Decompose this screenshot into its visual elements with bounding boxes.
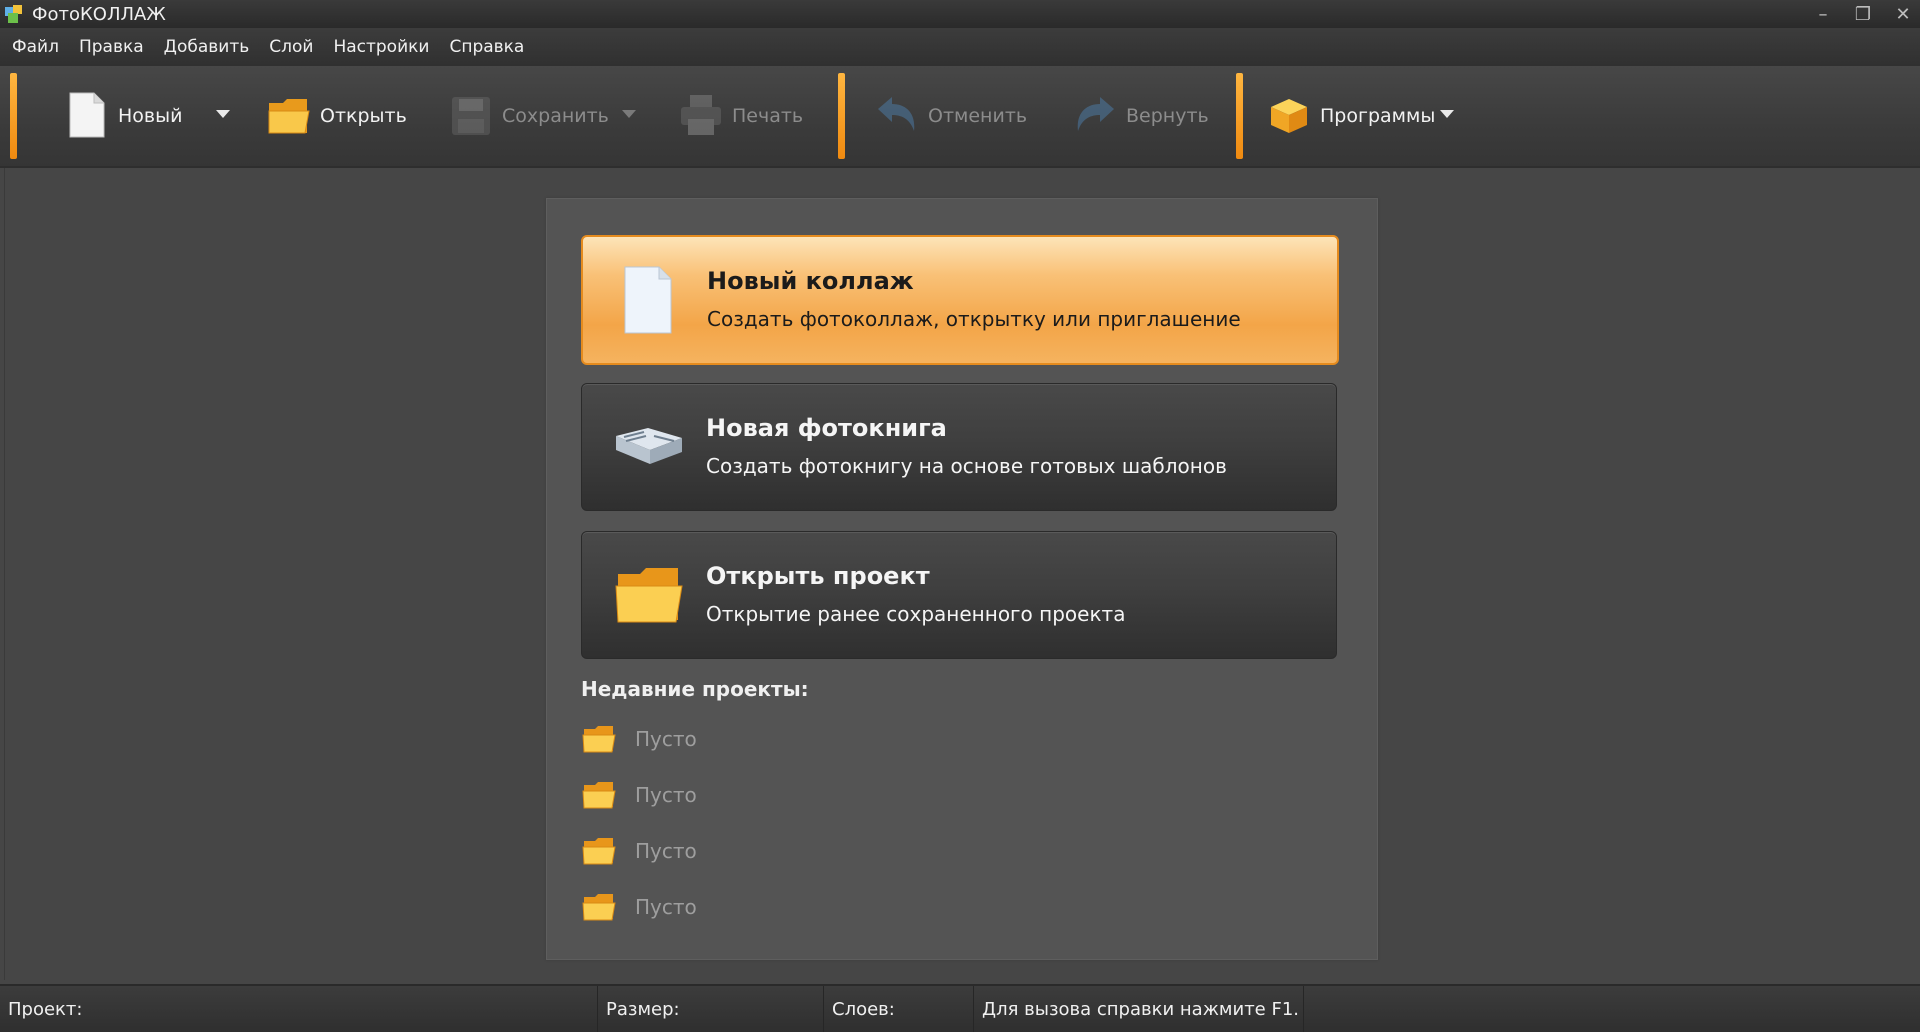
save-label: Сохранить <box>502 105 609 127</box>
menu-edit[interactable]: Правка <box>69 28 154 66</box>
start-panel: Новый коллаж Создать фотоколлаж, открытк… <box>546 198 1378 960</box>
new-button[interactable]: Новый <box>64 76 182 156</box>
print-label: Печать <box>732 105 804 127</box>
restore-button[interactable]: ❐ <box>1852 3 1874 25</box>
status-project: Проект: <box>0 986 598 1032</box>
new-dropdown-chevron-icon[interactable] <box>216 110 230 118</box>
open-project-subtitle: Открытие ранее сохраненного проекта <box>706 602 1126 626</box>
save-disk-icon <box>452 97 490 135</box>
title-bar: ФотоКОЛЛАЖ – ❐ ✕ <box>0 0 1920 28</box>
new-collage-subtitle: Создать фотоколлаж, открытку или приглаш… <box>707 307 1241 331</box>
new-photobook-title: Новая фотокнига <box>706 414 947 442</box>
folder-icon <box>582 894 616 921</box>
window-title: ФотоКОЛЛАЖ <box>32 3 166 25</box>
toolbar: Новый Открыть Сохранить Печать Отменить <box>0 66 1920 168</box>
status-bar: Проект: Размер: Слоев: Для вызова справк… <box>0 984 1920 1032</box>
undo-label: Отменить <box>928 105 1028 127</box>
redo-arrow-icon <box>1077 97 1114 131</box>
programs-button[interactable]: Программы <box>1266 76 1435 156</box>
recent-project-label: Пусто <box>635 727 697 751</box>
folder-icon <box>582 782 616 809</box>
new-label: Новый <box>118 105 183 127</box>
undo-button[interactable]: Отменить <box>874 76 1027 156</box>
new-photobook-subtitle: Создать фотокнигу на основе готовых шабл… <box>706 454 1227 478</box>
printer-icon <box>681 95 721 135</box>
programs-dropdown-chevron-icon[interactable] <box>1440 110 1454 118</box>
status-help-hint: Для вызова справки нажмите F1. <box>974 986 1304 1032</box>
open-folder-icon <box>268 99 310 134</box>
menu-layer[interactable]: Слой <box>259 28 323 66</box>
new-collage-title: Новый коллаж <box>707 267 914 295</box>
toolbar-separator <box>838 73 845 159</box>
new-photobook-card[interactable]: Новая фотокнига Создать фотокнигу на осн… <box>581 383 1337 511</box>
recent-project-item[interactable]: Пусто <box>581 775 697 815</box>
menu-add[interactable]: Добавить <box>154 28 260 66</box>
recent-projects-heading: Недавние проекты: <box>581 677 809 701</box>
recent-project-label: Пусто <box>635 783 697 807</box>
folder-icon <box>582 838 616 865</box>
undo-arrow-icon <box>878 97 915 131</box>
menu-file[interactable]: Файл <box>2 28 69 66</box>
recent-project-item[interactable]: Пусто <box>581 887 697 927</box>
redo-label: Вернуть <box>1126 105 1209 127</box>
open-project-title: Открыть проект <box>706 562 930 590</box>
toolbar-separator <box>10 73 17 159</box>
open-label: Открыть <box>320 105 407 127</box>
folder-icon <box>615 568 683 623</box>
open-project-card[interactable]: Открыть проект Открытие ранее сохраненно… <box>581 531 1337 659</box>
blank-page-icon <box>624 266 672 334</box>
gift-box-icon <box>1271 99 1307 133</box>
save-dropdown-chevron-icon[interactable] <box>622 110 636 118</box>
programs-label: Программы <box>1320 105 1436 127</box>
recent-project-label: Пусто <box>635 895 697 919</box>
print-button[interactable]: Печать <box>678 76 803 156</box>
status-layers: Слоев: <box>824 986 974 1032</box>
recent-project-label: Пусто <box>635 839 697 863</box>
window-controls: – ❐ ✕ <box>1812 0 1914 28</box>
menu-bar: Файл Правка Добавить Слой Настройки Спра… <box>0 28 1920 66</box>
recent-project-item[interactable]: Пусто <box>581 719 697 759</box>
menu-settings[interactable]: Настройки <box>323 28 439 66</box>
recent-project-item[interactable]: Пусто <box>581 831 697 871</box>
minimize-button[interactable]: – <box>1812 3 1834 25</box>
photobook-icon <box>616 428 682 464</box>
status-size: Размер: <box>598 986 824 1032</box>
save-button[interactable]: Сохранить <box>448 76 609 156</box>
app-logo-icon <box>5 5 22 23</box>
close-button[interactable]: ✕ <box>1892 3 1914 25</box>
new-collage-card[interactable]: Новый коллаж Создать фотоколлаж, открытк… <box>581 235 1339 365</box>
folder-icon <box>582 726 616 753</box>
menu-help[interactable]: Справка <box>439 28 534 66</box>
toolbar-separator <box>1236 73 1243 159</box>
open-button[interactable]: Открыть <box>266 76 407 156</box>
redo-button[interactable]: Вернуть <box>1072 76 1209 156</box>
new-document-icon <box>69 92 105 138</box>
